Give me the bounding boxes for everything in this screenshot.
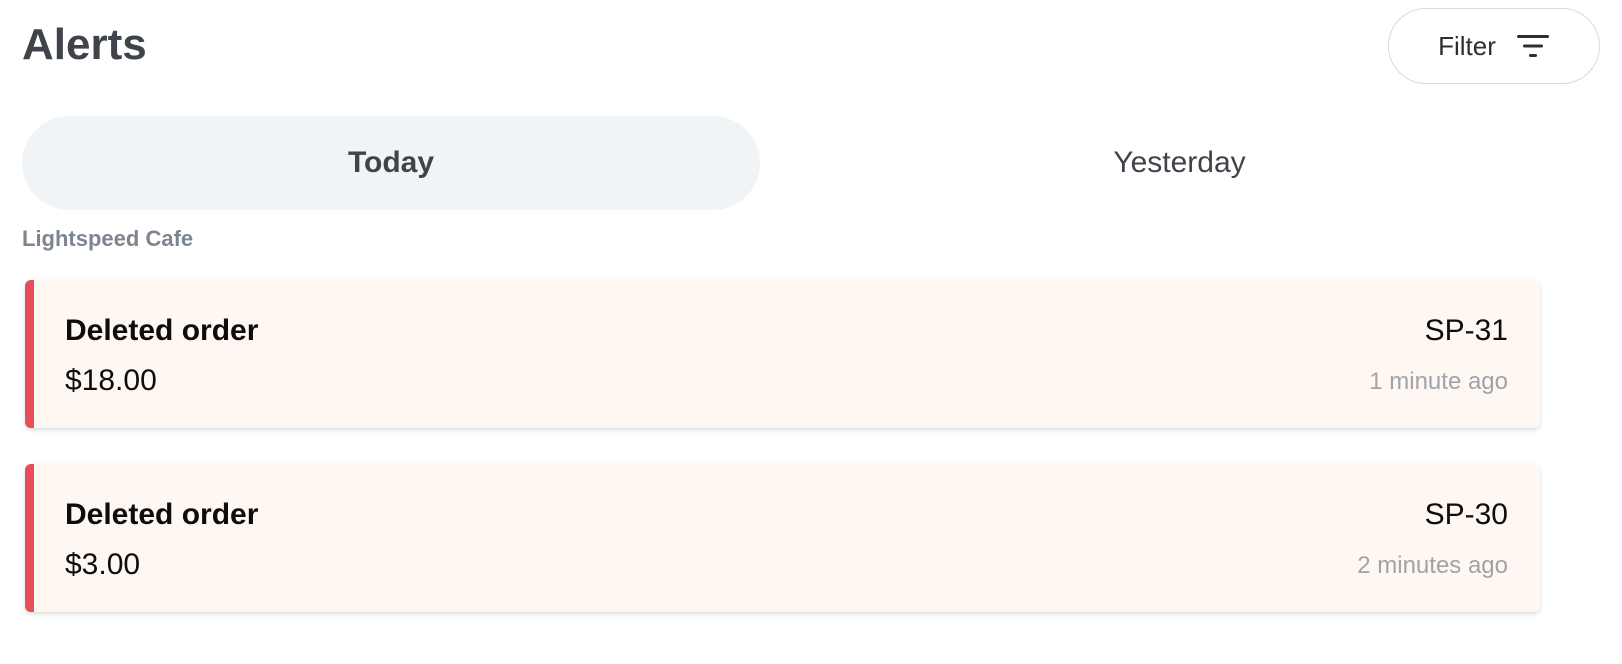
page-title: Alerts xyxy=(22,20,147,69)
alert-card[interactable]: Deleted order $3.00 SP-30 2 minutes ago xyxy=(25,464,1540,612)
location-section-label: Lightspeed Cafe xyxy=(22,226,194,251)
alert-title: Deleted order xyxy=(65,314,259,347)
tab-today[interactable]: Today xyxy=(22,116,760,210)
alerts-page: Alerts Filter Today Yesterday Lightspeed… xyxy=(0,0,1622,664)
alert-order-reference: SP-31 xyxy=(1424,314,1508,347)
alert-timestamp: 2 minutes ago xyxy=(1357,552,1508,579)
filter-button-label: Filter xyxy=(1438,30,1496,61)
alerts-header: Alerts Filter xyxy=(22,8,1600,84)
tab-yesterday[interactable]: Yesterday xyxy=(760,116,1599,210)
date-tabs: Today Yesterday xyxy=(22,116,1599,210)
alert-timestamp: 1 minute ago xyxy=(1369,368,1508,395)
alert-amount: $3.00 xyxy=(65,548,141,581)
alert-order-reference: SP-30 xyxy=(1424,498,1508,531)
filter-button[interactable]: Filter xyxy=(1388,8,1600,84)
alert-card[interactable]: Deleted order $18.00 SP-31 1 minute ago xyxy=(25,280,1540,428)
alert-amount: $18.00 xyxy=(65,364,157,397)
filter-lines-icon xyxy=(1516,32,1550,60)
alert-title: Deleted order xyxy=(65,498,259,531)
